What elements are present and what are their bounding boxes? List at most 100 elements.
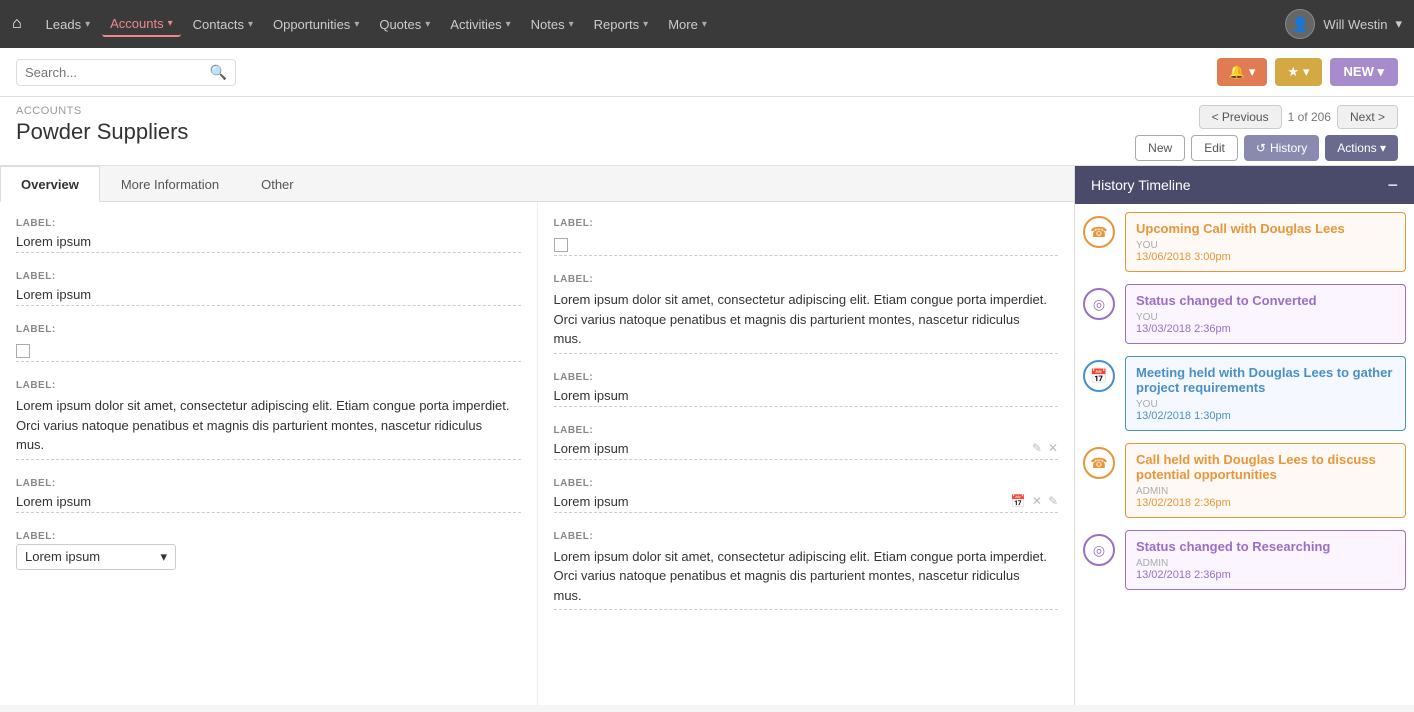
nav-item-more[interactable]: More ▾ [660, 13, 715, 36]
meeting-icon: 📅 [1083, 360, 1115, 392]
nav-item-quotes[interactable]: Quotes ▾ [371, 13, 438, 36]
field-group-right: LABEL: Lorem ipsum ✎ [554, 372, 1059, 407]
field-label: LABEL: [16, 218, 521, 229]
history-card[interactable]: Meeting held with Douglas Lees to gather… [1125, 356, 1406, 431]
search-wrap[interactable]: 🔍 [16, 59, 236, 86]
field-value [554, 231, 1059, 256]
tab-more-information[interactable]: More Information [100, 166, 240, 202]
page-title: Powder Suppliers [16, 119, 188, 145]
field-group-date-icons: LABEL: Lorem ipsum 📅 ✕ ✎ [554, 478, 1059, 513]
nav-item-leads[interactable]: Leads ▾ [38, 13, 98, 36]
field-group: LABEL: Lorem ipsum ✎ [16, 218, 521, 253]
nav-menu: Leads ▾ Accounts ▾ Contacts ▾ Opportunit… [38, 12, 1286, 37]
history-when: 13/03/2018 2:36pm [1136, 323, 1395, 335]
content-area: Overview More Information Other LABEL: L… [0, 166, 1074, 705]
left-column: LABEL: Lorem ipsum ✎ LABEL: Lorem ipsum … [0, 202, 538, 705]
history-item-title: Meeting held with Douglas Lees to gather… [1136, 365, 1395, 395]
tab-overview[interactable]: Overview [0, 166, 100, 202]
field-label: LABEL: [554, 372, 1059, 383]
field-text: Lorem ipsum [554, 494, 629, 509]
nav-item-activities[interactable]: Activities ▾ [442, 13, 518, 36]
history-card[interactable]: Upcoming Call with Douglas Lees YOU 13/0… [1125, 212, 1406, 272]
field-label: LABEL: [16, 324, 521, 335]
user-arrow: ▾ [1395, 16, 1402, 32]
field-value: Lorem ipsum ✎ [554, 385, 1059, 407]
home-icon[interactable]: ⌂ [12, 15, 22, 33]
right-column: LABEL: LABEL: Lorem ipsum dolor sit amet… [538, 202, 1075, 705]
history-button[interactable]: ↺ History [1244, 135, 1319, 161]
checkbox-field[interactable] [16, 344, 30, 358]
user-menu[interactable]: 👤 Will Westin ▾ [1285, 9, 1402, 39]
call-icon: ☎ [1083, 447, 1115, 479]
field-label: LABEL: [16, 478, 521, 489]
edit-icon2[interactable]: ✎ [1048, 494, 1058, 508]
new-button[interactable]: New [1135, 135, 1185, 161]
search-icon: 🔍 [210, 64, 227, 81]
checkbox-field[interactable] [554, 238, 568, 252]
field-group-checkbox: LABEL: [16, 324, 521, 362]
search-input[interactable] [25, 65, 210, 80]
page-header: ACCOUNTS Powder Suppliers < Previous 1 o… [0, 97, 1414, 166]
tabs: Overview More Information Other [0, 166, 1074, 202]
previous-button[interactable]: < Previous [1199, 105, 1282, 129]
field-text: Lorem ipsum [16, 494, 91, 509]
history-who: ADMIN [1136, 486, 1395, 497]
delete-icon[interactable]: ✕ [1048, 441, 1058, 455]
field-text-multiline: Lorem ipsum dolor sit amet, consectetur … [16, 396, 510, 455]
field-label: LABEL: [16, 531, 521, 542]
history-when: 13/02/2018 2:36pm [1136, 497, 1395, 509]
nav-item-accounts[interactable]: Accounts ▾ [102, 12, 181, 37]
new-top-button[interactable]: NEW ▾ [1330, 58, 1398, 86]
field-value: Lorem ipsum ✎ [16, 284, 521, 306]
edit-button[interactable]: Edit [1191, 135, 1238, 161]
field-value-multiline: Lorem ipsum dolor sit amet, consectetur … [16, 393, 521, 460]
history-card[interactable]: Status changed to Converted YOU 13/03/20… [1125, 284, 1406, 344]
page-header-top: ACCOUNTS Powder Suppliers < Previous 1 o… [16, 105, 1398, 161]
history-icon: ↺ [1256, 141, 1266, 155]
history-item-meta: ADMIN 13/02/2018 2:36pm [1136, 558, 1395, 581]
action-row: New Edit ↺ History Actions ▾ [1135, 135, 1398, 161]
collapse-history-button[interactable]: − [1387, 176, 1398, 194]
history-item-meta: YOU 13/02/2018 1:30pm [1136, 399, 1395, 422]
history-card[interactable]: Status changed to Researching ADMIN 13/0… [1125, 530, 1406, 590]
history-item-title: Upcoming Call with Douglas Lees [1136, 221, 1395, 236]
history-item-meta: YOU 13/03/2018 2:36pm [1136, 312, 1395, 335]
next-button[interactable]: Next > [1337, 105, 1398, 129]
history-card[interactable]: Call held with Douglas Lees to discuss p… [1125, 443, 1406, 518]
field-label: LABEL: [554, 531, 1059, 542]
field-label: LABEL: [554, 425, 1059, 436]
field-text: Lorem ipsum [554, 388, 629, 403]
nav-item-opportunities[interactable]: Opportunities ▾ [265, 13, 367, 36]
form-content: LABEL: Lorem ipsum ✎ LABEL: Lorem ipsum … [0, 202, 1074, 705]
field-text-multiline: Lorem ipsum dolor sit amet, consectetur … [554, 290, 1048, 349]
field-group-icons: LABEL: Lorem ipsum ✎ ✕ [554, 425, 1059, 460]
nav-item-reports[interactable]: Reports ▾ [586, 13, 657, 36]
field-text: Lorem ipsum [16, 234, 91, 249]
star-arrow: ▾ [1303, 64, 1310, 80]
bell-button[interactable]: 🔔 ▾ [1217, 58, 1268, 86]
edit-icon[interactable]: ✎ [1032, 441, 1042, 455]
avatar: 👤 [1285, 9, 1315, 39]
title-section: ACCOUNTS Powder Suppliers [16, 105, 188, 145]
calendar-icon[interactable]: 📅 [1011, 494, 1026, 508]
select-field[interactable]: Lorem ipsum ▾ [16, 544, 176, 570]
star-button[interactable]: ★ ▾ [1275, 58, 1321, 86]
field-group-multiline-right: LABEL: Lorem ipsum dolor sit amet, conse… [554, 274, 1059, 354]
nav-item-notes[interactable]: Notes ▾ [523, 13, 582, 36]
history-item-title: Call held with Douglas Lees to discuss p… [1136, 452, 1395, 482]
history-when: 13/06/2018 3:00pm [1136, 251, 1395, 263]
top-navigation: ⌂ Leads ▾ Accounts ▾ Contacts ▾ Opportun… [0, 0, 1414, 48]
tab-other[interactable]: Other [240, 166, 315, 202]
user-name: Will Westin [1323, 17, 1387, 32]
field-date-icons: 📅 ✕ ✎ [1011, 494, 1058, 508]
history-header: History Timeline − [1075, 166, 1414, 204]
history-who: YOU [1136, 240, 1395, 251]
field-text: Lorem ipsum [554, 441, 629, 456]
nav-item-contacts[interactable]: Contacts ▾ [185, 13, 261, 36]
field-group: LABEL: Lorem ipsum ✎ [16, 271, 521, 306]
clear-icon[interactable]: ✕ [1032, 494, 1042, 508]
search-bar: 🔍 🔔 ▾ ★ ▾ NEW ▾ [0, 48, 1414, 97]
actions-button[interactable]: Actions ▾ [1325, 135, 1398, 161]
history-item: ☎ Upcoming Call with Douglas Lees YOU 13… [1083, 212, 1406, 272]
field-value-date-icons: Lorem ipsum 📅 ✕ ✎ [554, 491, 1059, 513]
